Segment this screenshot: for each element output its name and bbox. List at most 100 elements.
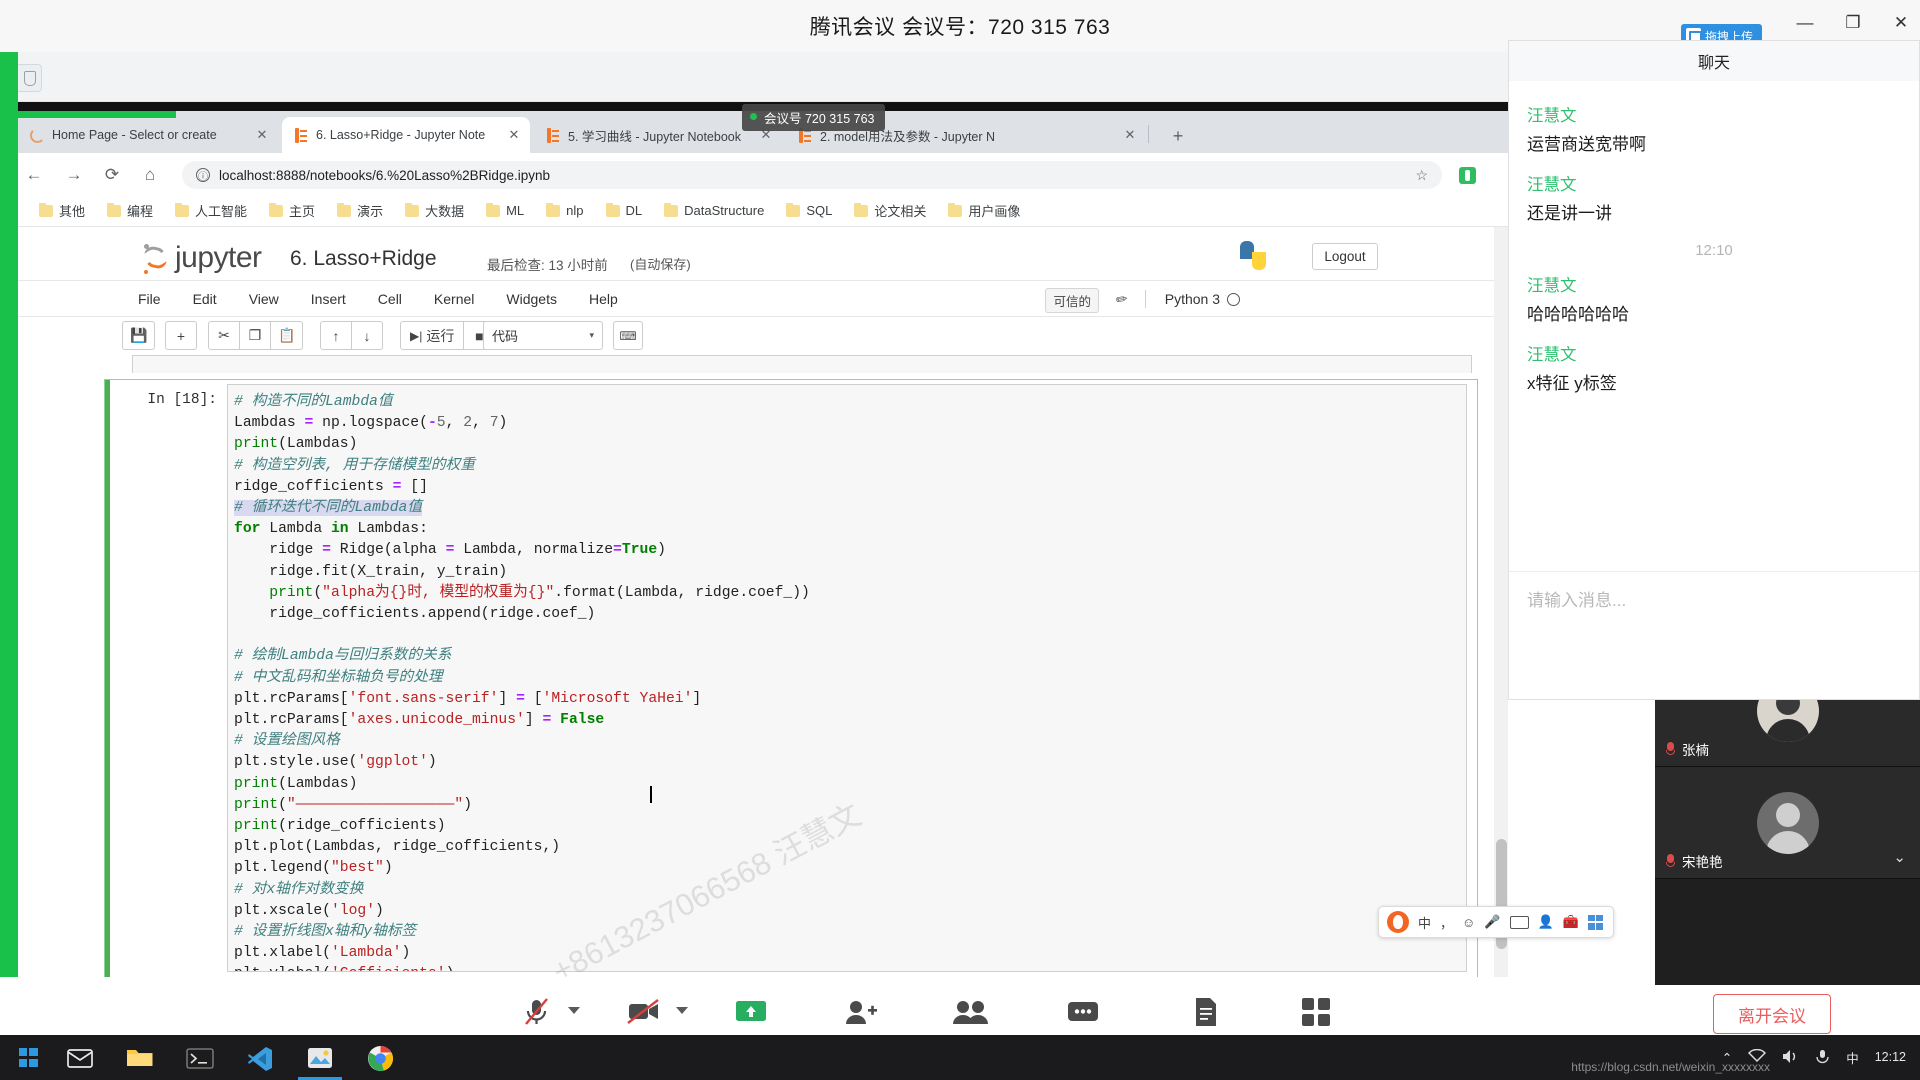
maximize-icon[interactable]: ❐: [1838, 8, 1868, 38]
kernel-idle-icon[interactable]: [1227, 293, 1240, 306]
bookmark-item[interactable]: nlp: [535, 202, 594, 218]
pencil-icon[interactable]: ✏: [1115, 290, 1130, 309]
logout-button[interactable]: Logout: [1312, 243, 1378, 270]
tab-close-icon[interactable]: ✕: [254, 127, 270, 143]
new-tab-button[interactable]: +: [1166, 124, 1190, 148]
taskbar-app-file-explorer[interactable]: [112, 1039, 168, 1077]
tray-ime-icon[interactable]: 中: [1846, 1048, 1859, 1067]
sogou-logo-icon[interactable]: [1387, 911, 1409, 933]
mic-options-caret-icon[interactable]: [568, 1007, 580, 1014]
chevron-down-icon: ▾: [589, 330, 594, 340]
notebook-scrollbar-track[interactable]: [1494, 227, 1508, 977]
minimize-icon[interactable]: —: [1790, 8, 1820, 38]
bookmark-item[interactable]: 人工智能: [164, 201, 258, 220]
browser-tab-1[interactable]: 6. Lasso+Ridge - Jupyter Note ✕: [282, 117, 530, 153]
bookmark-item[interactable]: 编程: [96, 201, 164, 220]
address-bar[interactable]: ⓘ localhost:8888/notebooks/6.%20Lasso%2B…: [182, 161, 1442, 189]
menu-help[interactable]: Help: [573, 291, 634, 307]
ime-emoji-icon[interactable]: ☺: [1462, 915, 1475, 930]
code-editor[interactable]: # 构造不同的Lambda值 Lambdas = np.logspace(-5,…: [227, 384, 1467, 972]
menu-file[interactable]: File: [122, 291, 177, 307]
bookmark-item[interactable]: 大数据: [394, 201, 475, 220]
camera-button[interactable]: [618, 989, 688, 1035]
chevron-down-icon[interactable]: ⌄: [1893, 848, 1906, 866]
ime-keyboard-icon[interactable]: [1509, 915, 1529, 929]
participant-name-row: 宋艳艳: [1665, 851, 1723, 871]
ime-user-icon[interactable]: 👤: [1538, 914, 1554, 930]
copy-cell-button[interactable]: ❐: [239, 321, 271, 350]
insert-cell-button[interactable]: +: [165, 321, 197, 350]
leave-meeting-button[interactable]: 离开会议: [1713, 994, 1831, 1034]
bookmark-item[interactable]: 主页: [258, 201, 326, 220]
taskbar-app-photos[interactable]: [292, 1039, 348, 1080]
notebook-title[interactable]: 6. Lasso+Ridge: [290, 247, 437, 271]
ime-mode-label[interactable]: 中: [1418, 913, 1431, 932]
taskbar-app-terminal[interactable]: [172, 1039, 228, 1077]
status-dot-icon: [750, 113, 757, 120]
bookmark-item[interactable]: DataStructure: [653, 202, 775, 218]
save-button[interactable]: 💾: [122, 321, 156, 350]
notes-button[interactable]: [1180, 989, 1232, 1035]
tab-close-icon[interactable]: ✕: [1122, 127, 1138, 143]
menu-cell[interactable]: Cell: [362, 291, 418, 307]
participant-tile[interactable]: 宋艳艳 ⌄: [1655, 767, 1920, 879]
microphone-button[interactable]: [510, 989, 580, 1035]
bookmark-label: 大数据: [425, 204, 465, 219]
document-icon: [1196, 998, 1216, 1026]
ime-punctuation-icon[interactable]: ，: [1440, 913, 1453, 932]
ime-voice-icon[interactable]: 🎤: [1484, 914, 1500, 930]
browser-tab-0[interactable]: Home Page - Select or create ✕: [18, 117, 278, 153]
start-button[interactable]: [6, 1041, 50, 1074]
menu-view[interactable]: View: [233, 291, 295, 307]
code-cell[interactable]: In [18]: # 构造不同的Lambda值 Lambdas = np.log…: [104, 379, 1478, 977]
close-icon[interactable]: ✕: [1886, 8, 1916, 38]
cell-type-value: 代码: [492, 329, 519, 344]
bookmark-label: 论文相关: [874, 204, 927, 219]
menu-kernel[interactable]: Kernel: [418, 291, 490, 307]
paste-cell-button[interactable]: 📋: [270, 321, 304, 350]
bookmark-item[interactable]: 用户画像: [937, 201, 1031, 220]
back-icon[interactable]: ←: [22, 163, 46, 187]
trusted-badge[interactable]: 可信的: [1045, 288, 1099, 313]
bookmark-item[interactable]: ML: [475, 202, 535, 218]
move-cell-down-button[interactable]: ↓: [351, 321, 383, 350]
menu-edit[interactable]: Edit: [177, 291, 233, 307]
more-button[interactable]: [1057, 989, 1109, 1035]
apps-button[interactable]: [1290, 989, 1342, 1035]
ime-toolbox-icon[interactable]: 🧰: [1563, 914, 1579, 930]
taskbar-app-vscode[interactable]: [232, 1039, 288, 1077]
command-palette-button[interactable]: ⌨: [613, 321, 643, 350]
tray-input-icon[interactable]: [1815, 1049, 1830, 1067]
chat-input[interactable]: 请输入消息...: [1509, 571, 1919, 699]
bookmark-item[interactable]: DL: [595, 202, 654, 218]
bookmark-item[interactable]: 演示: [326, 201, 394, 220]
home-icon[interactable]: ⌂: [138, 163, 162, 187]
participants-button[interactable]: [945, 989, 997, 1035]
move-cell-up-button[interactable]: ↑: [320, 321, 352, 350]
taskbar-app-chrome[interactable]: [352, 1039, 408, 1077]
camera-options-caret-icon[interactable]: [676, 1007, 688, 1014]
taskbar-clock[interactable]: 12:12: [1875, 1050, 1906, 1066]
share-screen-button[interactable]: [725, 989, 777, 1035]
run-cell-button[interactable]: ▶| 运行: [400, 321, 465, 350]
menu-widgets[interactable]: Widgets: [490, 291, 573, 307]
tab-close-icon[interactable]: ✕: [506, 127, 522, 143]
bookmark-item[interactable]: 其他: [28, 201, 96, 220]
menu-insert[interactable]: Insert: [295, 291, 362, 307]
restore-tab-icon[interactable]: [14, 64, 42, 92]
bookmark-star-icon[interactable]: ☆: [1415, 167, 1428, 184]
bookmark-item[interactable]: SQL: [775, 202, 843, 218]
forward-icon[interactable]: →: [62, 163, 86, 187]
reload-icon[interactable]: ⟳: [100, 163, 124, 187]
taskbar-app-mail[interactable]: [52, 1039, 108, 1077]
invite-button[interactable]: [835, 989, 887, 1035]
tray-volume-icon[interactable]: [1782, 1049, 1799, 1067]
ime-apps-icon[interactable]: [1587, 914, 1603, 930]
cell-type-dropdown[interactable]: 代码 ▾: [483, 321, 603, 350]
site-info-icon[interactable]: ⓘ: [196, 168, 210, 183]
evernote-extension-icon[interactable]: [1459, 167, 1476, 184]
jupyter-logo[interactable]: jupyter: [142, 241, 262, 275]
cut-cell-button[interactable]: ✂: [208, 321, 240, 350]
bookmark-item[interactable]: 论文相关: [843, 201, 937, 220]
chrome-top-strip: [0, 52, 1508, 102]
